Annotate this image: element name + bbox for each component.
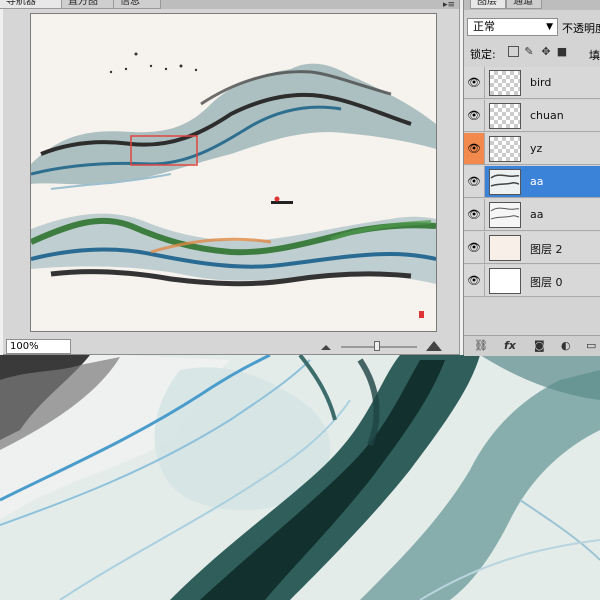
eye-icon[interactable]: 👁 <box>464 265 485 296</box>
zoom-slider-thumb[interactable] <box>374 341 380 351</box>
layer-thumbnail <box>489 268 521 294</box>
blend-mode-value: 正常 <box>473 20 495 33</box>
layer-name: chuan <box>530 109 564 122</box>
layer-thumbnail <box>489 202 521 228</box>
layer-thumbnail <box>489 103 521 129</box>
link-icon[interactable]: ⛓ <box>474 339 488 352</box>
mask-icon[interactable]: ◙ <box>534 339 545 352</box>
tab-layers[interactable]: 图层 <box>470 0 506 9</box>
tab-histogram[interactable]: 直方图 <box>61 0 121 9</box>
eye-icon[interactable]: 👁 <box>464 199 485 230</box>
layer-name: yz <box>530 142 543 155</box>
chevron-down-icon: ▼ <box>546 22 553 32</box>
panel-menu-icon[interactable]: ▸≡ <box>443 0 455 10</box>
eye-icon[interactable]: 👁 <box>464 232 485 263</box>
layer-name: aa <box>530 175 544 188</box>
fx-icon[interactable]: fx <box>504 339 516 352</box>
layers-tabbar: 图层 通道 <box>464 0 600 10</box>
folder-icon[interactable]: ▭ <box>586 339 596 352</box>
lock-row: 锁定: ✎ ✥ ■ 填充 <box>467 45 600 63</box>
eye-icon[interactable]: 👁 <box>464 133 485 164</box>
tab-info[interactable]: 信息 <box>113 0 161 9</box>
tab-navigator[interactable]: 导航器 <box>0 0 67 9</box>
layer-row-bird[interactable]: 👁 bird <box>464 67 600 99</box>
layer-row-chuan[interactable]: 👁 chuan <box>464 100 600 132</box>
zoom-in-icon[interactable] <box>425 339 443 352</box>
layer-thumbnail <box>489 70 521 96</box>
navigator-tabbar: 导航器 直方图 信息 ▸≡ <box>0 0 459 10</box>
layer-row-yz[interactable]: 👁 yz <box>464 133 600 165</box>
layers-footer: ⛓ fx ◙ ◐ ▭ <box>464 335 600 356</box>
layers-panel: 图层 通道 正常 ▼ 不透明度 锁定: ✎ ✥ ■ 填充 👁 bird 👁 ch… <box>463 0 600 356</box>
eye-icon[interactable]: 👁 <box>464 166 485 197</box>
layer-row-aa-selected[interactable]: 👁 aa <box>464 166 600 198</box>
navigator-preview[interactable] <box>30 13 437 332</box>
layer-name: 图层 0 <box>530 276 563 289</box>
layer-thumbnail <box>489 169 521 195</box>
fill-label: 填充 <box>589 49 600 62</box>
tab-channels[interactable]: 通道 <box>506 0 542 9</box>
eye-icon[interactable]: 👁 <box>464 100 485 131</box>
lock-brush-icon[interactable]: ✎ <box>523 46 535 58</box>
opacity-label: 不透明度 <box>562 22 600 35</box>
layer-name: bird <box>530 76 552 89</box>
zoom-input[interactable]: 100% <box>6 339 71 354</box>
layer-row-layer-2[interactable]: 👁 图层 2 <box>464 232 600 264</box>
navigator-panel: 导航器 直方图 信息 ▸≡ 100% <box>0 0 460 355</box>
layer-name: 图层 2 <box>530 243 563 256</box>
lock-move-icon[interactable]: ✥ <box>540 46 552 58</box>
layer-name: aa <box>530 208 544 221</box>
zoom-out-icon[interactable] <box>319 341 333 351</box>
layer-thumbnail <box>489 136 521 162</box>
lock-all-icon[interactable]: ■ <box>556 46 568 58</box>
blend-mode-select[interactable]: 正常 ▼ <box>467 18 558 36</box>
lock-label: 锁定: <box>470 48 496 61</box>
navigator-thumbnail <box>31 14 436 331</box>
adjustment-icon[interactable]: ◐ <box>561 339 571 352</box>
eye-icon[interactable]: 👁 <box>464 67 485 98</box>
layer-row-aa[interactable]: 👁 aa <box>464 199 600 231</box>
layer-thumbnail <box>489 235 521 261</box>
navigator-zoom-bar: 100% <box>3 338 459 355</box>
layer-row-layer-0[interactable]: 👁 图层 0 <box>464 265 600 297</box>
lock-transparent-icon[interactable] <box>508 46 519 57</box>
